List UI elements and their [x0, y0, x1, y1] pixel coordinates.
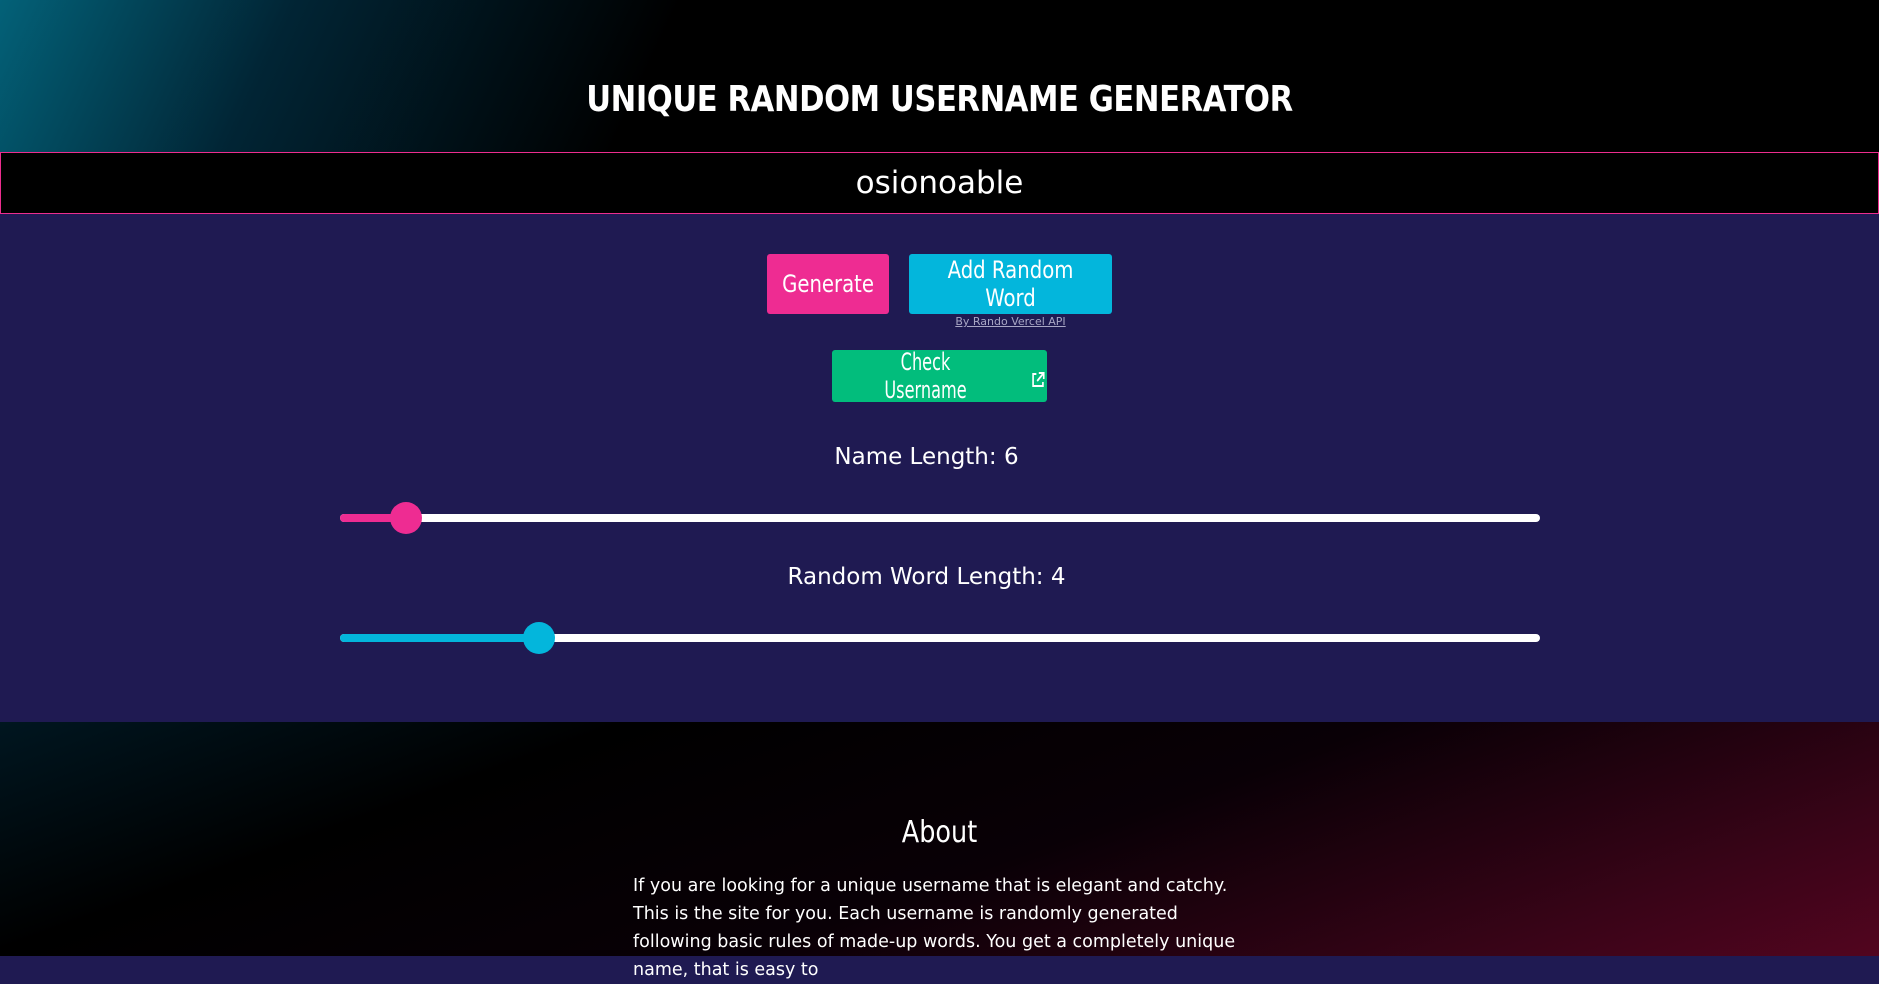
name-length-text: Name Length: — [834, 444, 997, 470]
word-length-thumb[interactable] — [523, 622, 556, 654]
about-section: About If you are looking for a unique us… — [0, 722, 1879, 980]
generate-button-label: Generate — [782, 270, 874, 298]
word-length-text: Random Word Length: — [787, 564, 1044, 590]
api-attribution-link[interactable]: By Rando Vercel API — [909, 315, 1112, 328]
about-title: About — [901, 815, 978, 850]
check-username-button[interactable]: Check Username — [832, 348, 1047, 404]
generate-button[interactable]: Generate — [767, 254, 889, 314]
name-length-slider[interactable] — [340, 502, 1540, 534]
word-length-value: 4 — [1050, 564, 1066, 590]
add-random-word-label: Add Random Word — [947, 256, 1074, 312]
word-length-slider[interactable] — [340, 622, 1540, 654]
username-output: osionoable — [0, 152, 1879, 214]
name-length-value: 6 — [1003, 444, 1019, 470]
name-length-label: Name Length: 6 — [0, 444, 1853, 470]
header: UNIQUE RANDOM USERNAME GENERATOR — [0, 0, 1879, 152]
generator-panel: Generate Add Random Word By Rando Vercel… — [0, 214, 1879, 722]
word-length-label: Random Word Length: 4 — [0, 564, 1853, 590]
word-length-fill — [340, 634, 540, 642]
check-username-label: Check Username — [884, 348, 967, 404]
add-random-word-button[interactable]: Add Random Word — [909, 254, 1112, 314]
generated-username: osionoable — [855, 165, 1024, 201]
external-link-icon — [1031, 367, 1046, 387]
page-title: UNIQUE RANDOM USERNAME GENERATOR — [586, 79, 1293, 120]
name-length-thumb[interactable] — [390, 502, 422, 534]
about-text: If you are looking for a unique username… — [633, 876, 1236, 980]
